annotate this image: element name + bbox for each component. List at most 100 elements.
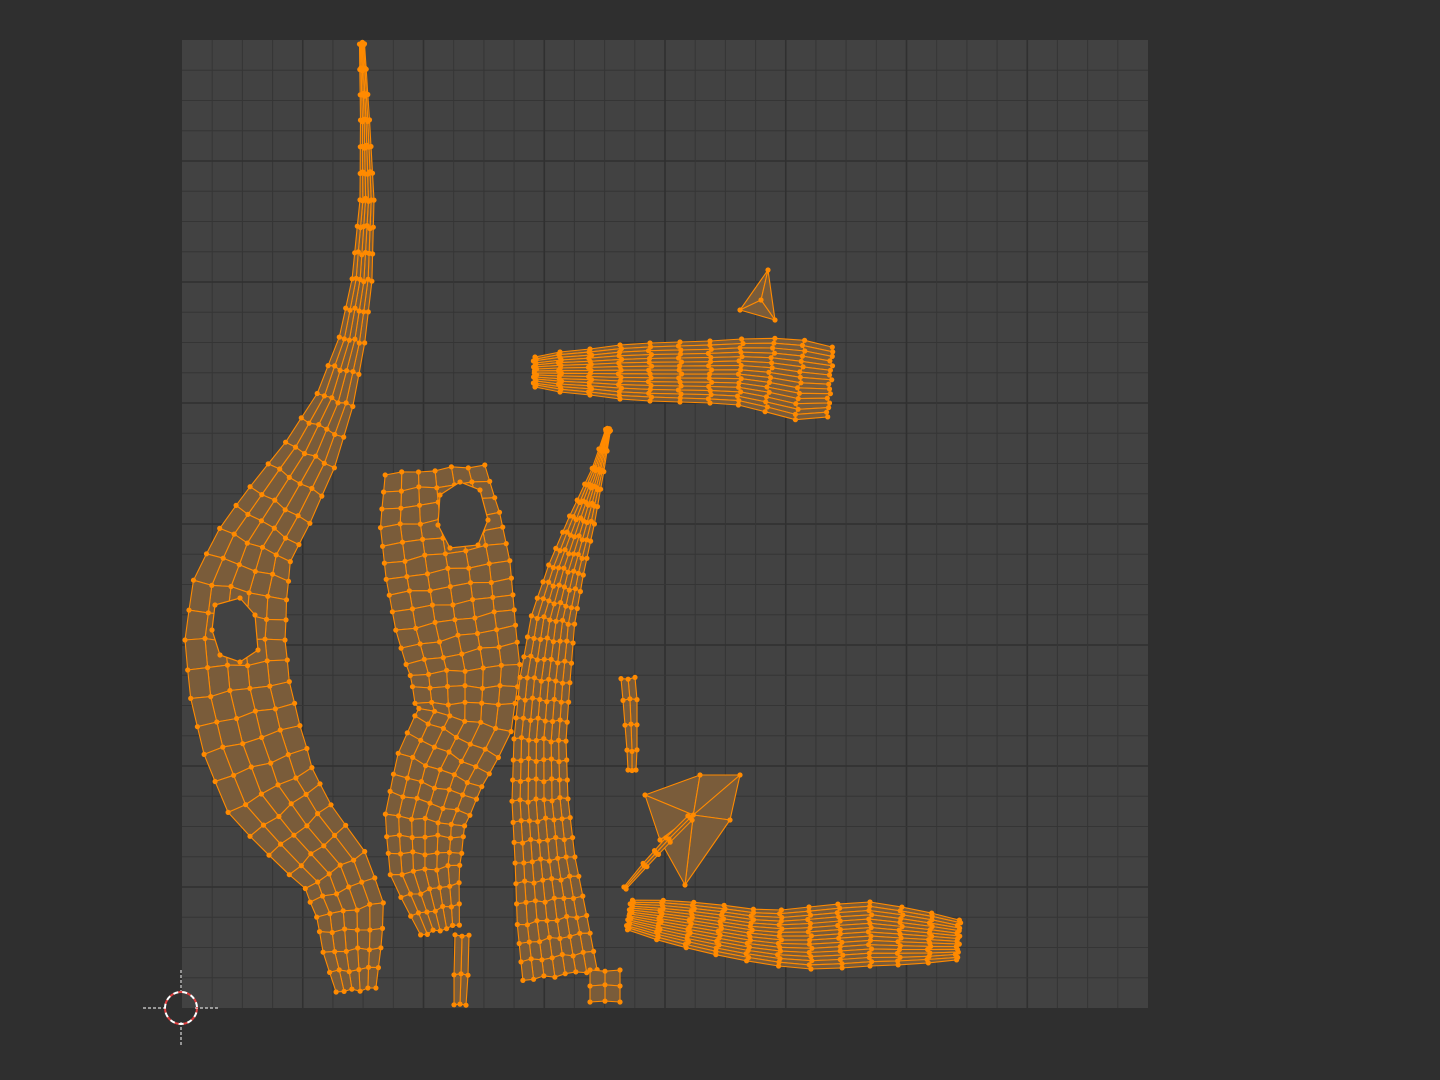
uv-vertex[interactable] [460,792,466,798]
uv-vertex[interactable] [514,901,520,907]
uv-vertex[interactable] [463,1002,469,1008]
uv-vertex[interactable] [237,595,243,601]
uv-vertex[interactable] [365,309,371,315]
uv-vertex[interactable] [447,713,453,719]
uv-vertex[interactable] [579,555,585,562]
uv-vertex[interactable] [259,492,265,498]
uv-vertex[interactable] [553,545,559,552]
uv-face[interactable] [184,609,209,641]
uv-face[interactable] [187,667,212,699]
uv-vertex[interactable] [259,544,266,550]
uv-vertex[interactable] [546,562,552,568]
uv-vertex[interactable] [521,654,527,660]
uv-vertex[interactable] [307,520,313,526]
uv-vertex[interactable] [925,960,931,966]
uv-vertex[interactable] [727,817,733,823]
uv-vertex[interactable] [800,364,806,370]
uv-vertex[interactable] [520,977,526,984]
uv-vertex[interactable] [400,794,406,800]
uv-vertex[interactable] [677,399,683,405]
uv-vertex[interactable] [526,818,533,824]
uv-vertex[interactable] [450,602,456,608]
uv-vertex[interactable] [321,393,327,399]
uv-vertex[interactable] [313,453,319,459]
uv-vertex[interactable] [478,719,484,725]
uv-vertex[interactable] [456,922,462,928]
uv-vertex[interactable] [629,748,635,755]
uv-vertex[interactable] [383,576,389,582]
uv-vertex[interactable] [572,621,578,627]
uv-vertex[interactable] [546,858,553,864]
uv-vertex[interactable] [267,683,273,689]
uv-vertex[interactable] [492,495,498,501]
uv-vertex[interactable] [445,565,451,572]
uv-vertex[interactable] [802,348,808,354]
uv-vertex[interactable] [356,308,362,314]
uv-face[interactable] [464,701,483,723]
uv-vertex[interactable] [625,676,631,682]
uv-vertex[interactable] [462,699,468,705]
uv-canvas[interactable] [0,0,1440,1080]
uv-vertex[interactable] [467,741,473,747]
uv-vertex[interactable] [329,929,335,936]
uv-vertex[interactable] [551,817,557,823]
uv-vertex[interactable] [563,603,569,609]
uv-face[interactable] [264,618,287,641]
uv-vertex[interactable] [431,785,438,791]
uv-vertex[interactable] [766,369,772,375]
uv-vertex[interactable] [460,834,466,840]
uv-vertex[interactable] [538,856,544,862]
uv-vertex[interactable] [522,878,528,884]
uv-vertex[interactable] [314,390,320,397]
uv-vertex[interactable] [357,92,363,98]
uv-vertex[interactable] [316,929,323,935]
uv-vertex[interactable] [427,886,433,892]
uv-face[interactable] [444,550,470,569]
uv-vertex[interactable] [437,492,443,498]
uv-vertex[interactable] [458,758,464,765]
uv-vertex[interactable] [827,367,834,373]
uv-vertex[interactable] [574,915,580,921]
uv-vertex[interactable] [265,593,271,599]
uv-vertex[interactable] [188,695,194,702]
uv-vertex[interactable] [544,699,550,705]
uv-vertex[interactable] [557,935,563,942]
uv-vertex[interactable] [644,864,650,870]
uv-vertex[interactable] [483,542,489,548]
uv-vertex[interactable] [220,555,226,561]
uv-editor-viewport[interactable] [0,0,1440,1080]
uv-vertex[interactable] [617,999,623,1005]
uv-vertex[interactable] [398,851,404,857]
uv-vertex[interactable] [451,772,457,778]
uv-vertex[interactable] [510,757,516,763]
uv-vertex[interactable] [185,667,191,673]
uv-vertex[interactable] [534,657,540,663]
uv-vertex[interactable] [477,645,483,651]
uv-vertex[interactable] [390,771,397,777]
uv-vertex[interactable] [208,694,214,700]
uv-vertex[interactable] [412,700,418,706]
uv-vertex[interactable] [526,755,532,762]
uv-face[interactable] [359,171,364,202]
uv-vertex[interactable] [532,384,538,390]
uv-face[interactable] [446,685,466,706]
uv-vertex[interactable] [308,851,314,857]
uv-vertex[interactable] [533,737,539,744]
uv-vertex[interactable] [603,426,609,432]
uv-vertex[interactable] [518,818,524,824]
uv-vertex[interactable] [231,531,237,537]
uv-vertex[interactable] [283,439,289,445]
uv-vertex[interactable] [349,276,355,282]
uv-vertex[interactable] [587,999,593,1005]
uv-vertex[interactable] [491,609,497,615]
uv-vertex[interactable] [518,758,524,764]
uv-vertex[interactable] [542,718,548,724]
uv-vertex[interactable] [510,592,516,598]
uv-vertex[interactable] [266,852,272,858]
uv-vertex[interactable] [826,400,833,406]
uv-vertex[interactable] [954,957,960,963]
uv-vertex[interactable] [324,426,330,432]
uv-vertex[interactable] [466,932,472,938]
uv-vertex[interactable] [556,759,562,765]
uv-vertex[interactable] [571,551,577,557]
